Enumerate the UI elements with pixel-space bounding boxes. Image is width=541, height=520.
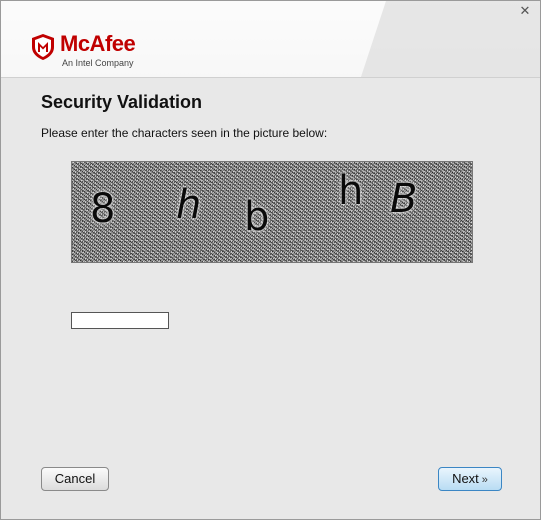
chevron-right-icon: » xyxy=(481,474,488,486)
captcha-char: b xyxy=(244,194,270,240)
brand-name: McAfee xyxy=(60,31,136,56)
captcha-char: h xyxy=(176,182,202,228)
mcafee-shield-icon xyxy=(32,34,54,60)
close-button[interactable]: ✕ xyxy=(518,4,532,18)
captcha-char: h xyxy=(338,168,364,214)
header-banner: ✕ McAfee An Intel Company xyxy=(1,1,540,78)
brand-tagline: An Intel Company xyxy=(62,58,134,68)
captcha-char: 8 xyxy=(90,186,116,232)
captcha-answer-input[interactable] xyxy=(71,312,169,329)
cancel-button[interactable]: Cancel xyxy=(41,467,109,491)
security-validation-dialog: ✕ McAfee An Intel Company Security Valid… xyxy=(0,0,541,520)
captcha-image: 8 h b h B xyxy=(71,161,473,263)
captcha-char: B xyxy=(390,176,418,222)
next-button-label: Next xyxy=(452,471,479,486)
instruction-text: Please enter the characters seen in the … xyxy=(41,126,328,140)
page-title: Security Validation xyxy=(41,92,203,112)
next-button[interactable]: Next» xyxy=(438,467,502,491)
